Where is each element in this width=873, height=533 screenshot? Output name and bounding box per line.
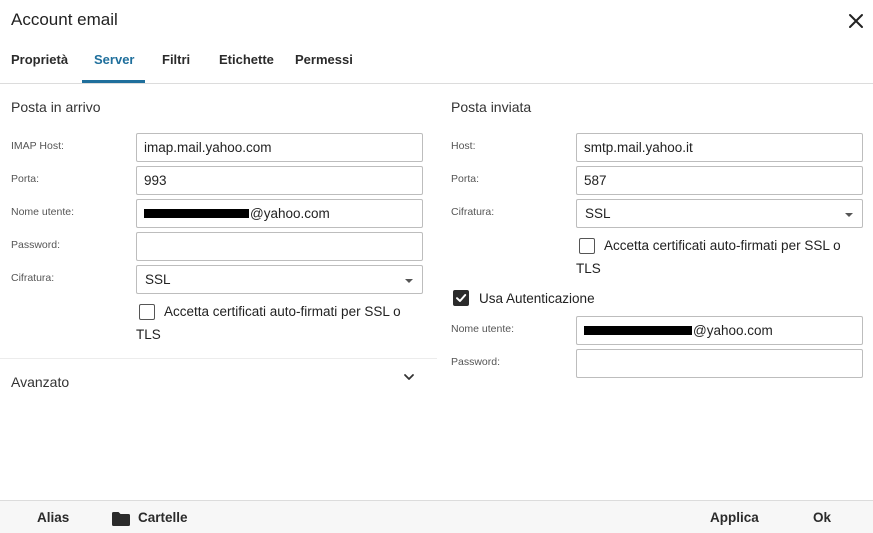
dropdown-caret-icon: [845, 213, 853, 217]
outgoing-username-input[interactable]: @yahoo.com: [576, 316, 863, 345]
outgoing-self-signed-checkbox[interactable]: [579, 238, 595, 254]
section-divider: [0, 358, 437, 359]
tab-permessi[interactable]: Permessi: [295, 52, 353, 83]
outgoing-self-signed-label: Accetta certificati auto-firmati per SSL…: [604, 238, 841, 253]
incoming-username-suffix: @yahoo.com: [250, 206, 330, 221]
outgoing-encryption-value: SSL: [585, 206, 611, 221]
outgoing-encryption-label: Cifratura:: [451, 206, 495, 218]
incoming-username-input[interactable]: @yahoo.com: [136, 199, 423, 228]
incoming-encryption-value: SSL: [145, 272, 171, 287]
dropdown-caret-icon: [405, 279, 413, 283]
tab-server[interactable]: Server: [94, 52, 134, 83]
incoming-username-label: Nome utente:: [11, 206, 75, 218]
dialog-title: Account email: [11, 10, 118, 29]
advanced-section-header[interactable]: Avanzato: [11, 374, 69, 390]
redaction-bar: [584, 325, 692, 335]
outgoing-username-label: Nome utente:: [451, 323, 515, 335]
use-auth-checkbox[interactable]: [453, 290, 469, 306]
outgoing-port-input[interactable]: 587: [576, 166, 863, 195]
imap-host-input[interactable]: imap.mail.yahoo.com: [136, 133, 423, 162]
imap-host-label: IMAP Host:: [11, 140, 64, 152]
incoming-encryption-label: Cifratura:: [11, 272, 55, 284]
outgoing-encryption-select[interactable]: SSL: [576, 199, 863, 228]
incoming-self-signed-label: Accetta certificati auto-firmati per SSL…: [164, 304, 401, 319]
outgoing-username-suffix: @yahoo.com: [693, 323, 773, 338]
smtp-host-input[interactable]: smtp.mail.yahoo.it: [576, 133, 863, 162]
close-icon[interactable]: [847, 12, 865, 30]
folder-icon: [112, 512, 130, 526]
incoming-section-title: Posta in arrivo: [11, 99, 101, 115]
folders-button[interactable]: Cartelle: [138, 510, 188, 525]
outgoing-password-input[interactable]: [576, 349, 863, 378]
incoming-encryption-select[interactable]: SSL: [136, 265, 423, 294]
use-auth-label: Usa Autenticazione: [479, 291, 595, 306]
outgoing-port-label: Porta:: [451, 173, 480, 185]
incoming-self-signed-label-2: TLS: [136, 327, 161, 342]
smtp-host-label: Host:: [451, 140, 476, 152]
apply-button[interactable]: Applica: [710, 510, 759, 525]
incoming-self-signed-checkbox[interactable]: [139, 304, 155, 320]
dialog-footer: Alias Cartelle Applica Ok: [0, 500, 873, 533]
checkmark-icon: [456, 294, 467, 302]
tab-proprieta[interactable]: Proprietà: [11, 52, 68, 83]
incoming-password-input[interactable]: [136, 232, 423, 261]
outgoing-password-label: Password:: [451, 356, 501, 368]
outgoing-section-title: Posta inviata: [451, 99, 532, 115]
incoming-password-label: Password:: [11, 239, 61, 251]
incoming-port-label: Porta:: [11, 173, 40, 185]
outgoing-self-signed-label-2: TLS: [576, 261, 601, 276]
alias-button[interactable]: Alias: [37, 510, 69, 525]
ok-button[interactable]: Ok: [813, 510, 831, 525]
tab-etichette[interactable]: Etichette: [219, 52, 274, 83]
redaction-bar: [144, 208, 249, 218]
tab-bar: Proprietà Server Filtri Etichette Permes…: [0, 48, 873, 84]
chevron-down-icon[interactable]: [402, 370, 416, 384]
active-tab-indicator: [82, 80, 145, 83]
incoming-port-input[interactable]: 993: [136, 166, 423, 195]
tab-filtri[interactable]: Filtri: [162, 52, 190, 83]
